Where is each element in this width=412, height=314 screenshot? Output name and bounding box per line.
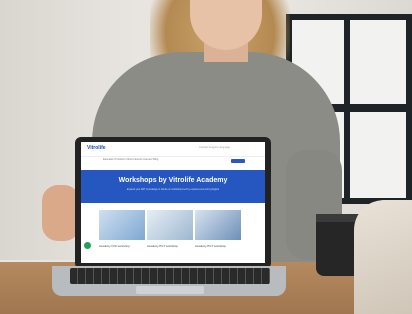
foreground-blur	[354, 200, 412, 314]
nav-cta-button[interactable]	[231, 159, 245, 163]
site-logo[interactable]: Vitrolife	[87, 145, 106, 151]
workshop-card-label[interactable]: Academy PGT workshop	[195, 244, 226, 248]
hero-subtitle: Expand your ART knowledge in hands-on wo…	[126, 188, 220, 191]
workshop-card-image[interactable]	[99, 210, 145, 240]
hero-title: Workshops by Vitrolife Academy	[118, 177, 228, 184]
workshop-card-image[interactable]	[147, 210, 193, 240]
window-pane	[350, 20, 406, 104]
chat-bubble-icon[interactable]	[84, 242, 91, 249]
hero-banner	[81, 170, 265, 203]
site-menu[interactable]: Education Products Clinics Events Career…	[103, 158, 158, 161]
workshop-card-label[interactable]: Academy ICSI workshop	[99, 244, 130, 248]
window-pane	[350, 112, 406, 198]
laptop-trackpad	[136, 286, 204, 294]
photo-scene: Vitrolife Education Products Clinics Eve…	[0, 0, 412, 314]
workshop-card-image[interactable]	[195, 210, 241, 240]
site-nav	[81, 142, 265, 157]
laptop-keyboard	[70, 268, 270, 284]
laptop-screen: Vitrolife Education Products Clinics Eve…	[81, 142, 265, 263]
workshop-card-label[interactable]: Academy PGT workshop	[147, 244, 178, 248]
site-utility-links[interactable]: Contact Support Language	[199, 146, 230, 149]
